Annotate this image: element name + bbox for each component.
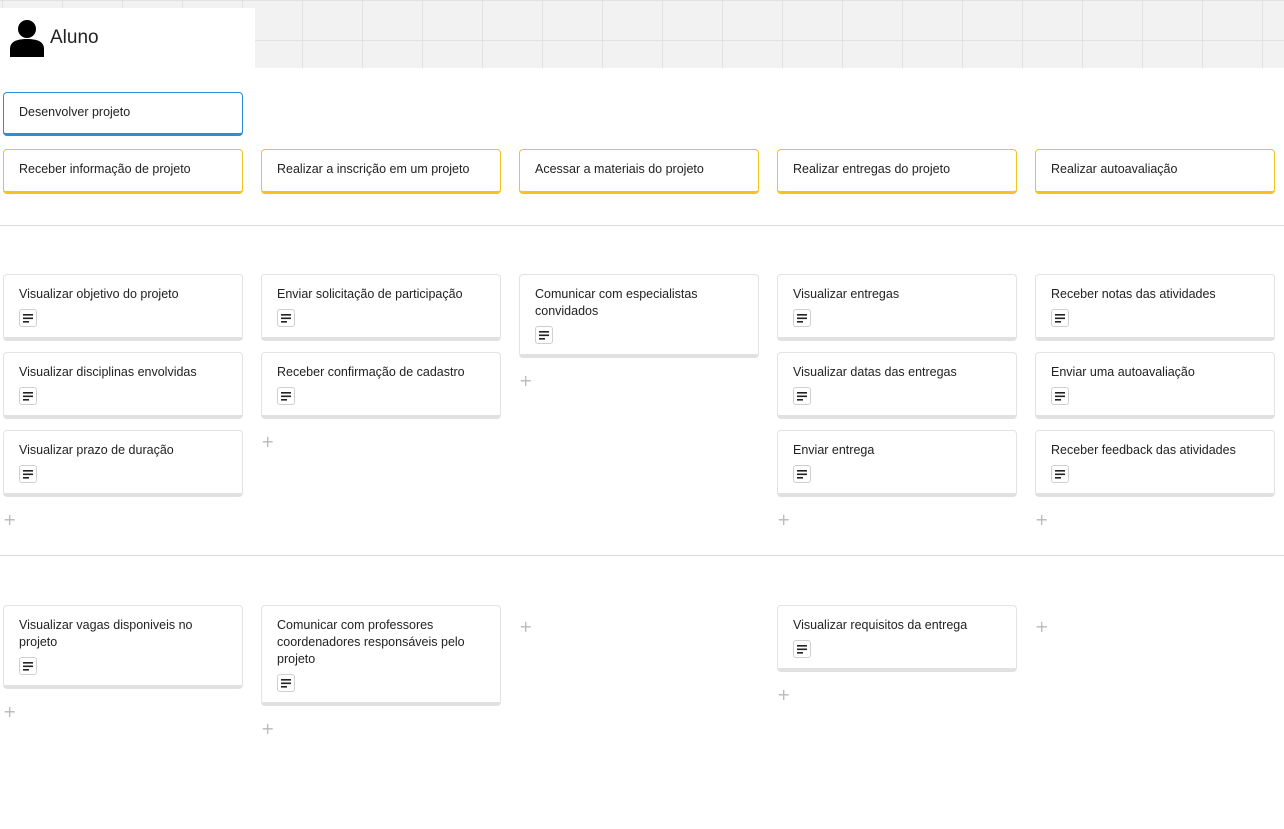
step-card[interactable]: Realizar autoavaliação [1035, 149, 1275, 194]
story-card[interactable]: Enviar solicitação de participação [261, 274, 501, 341]
story-text: Visualizar vagas disponiveis no projeto [19, 618, 193, 649]
story-text: Enviar solicitação de participação [277, 287, 463, 301]
notes-icon[interactable] [535, 326, 553, 344]
notes-icon[interactable] [1051, 309, 1069, 327]
story-card[interactable]: Comunicar com professores coordenadores … [261, 605, 501, 706]
add-card-button[interactable]: + [1035, 512, 1048, 528]
step-label: Acessar a materiais do projeto [535, 162, 704, 176]
story-card[interactable]: Visualizar requisitos da entrega [777, 605, 1017, 672]
release-divider [0, 225, 1284, 226]
step-label: Realizar entregas do projeto [793, 162, 951, 176]
story-card[interactable]: Visualizar objetivo do projeto [3, 274, 243, 341]
notes-icon[interactable] [19, 387, 37, 405]
story-card[interactable]: Visualizar entregas [777, 274, 1017, 341]
story-text: Visualizar requisitos da entrega [793, 618, 968, 632]
step-label: Realizar a inscrição em um projeto [277, 162, 470, 176]
notes-icon[interactable] [277, 309, 295, 327]
add-card-button[interactable]: + [1035, 619, 1048, 635]
add-card-button[interactable]: + [3, 704, 16, 720]
notes-icon[interactable] [277, 387, 295, 405]
notes-icon[interactable] [793, 309, 811, 327]
story-text: Visualizar disciplinas envolvidas [19, 365, 197, 379]
add-card-button[interactable]: + [3, 512, 16, 528]
release-divider [0, 555, 1284, 556]
story-card[interactable]: Visualizar disciplinas envolvidas [3, 352, 243, 419]
story-text: Visualizar datas das entregas [793, 365, 957, 379]
story-card[interactable]: Receber confirmação de cadastro [261, 352, 501, 419]
add-card-button[interactable]: + [519, 619, 532, 635]
notes-icon[interactable] [793, 387, 811, 405]
notes-icon[interactable] [19, 657, 37, 675]
notes-icon[interactable] [793, 465, 811, 483]
add-card-button[interactable]: + [777, 687, 790, 703]
notes-icon[interactable] [19, 309, 37, 327]
story-card[interactable]: Enviar entrega [777, 430, 1017, 497]
story-card[interactable]: Visualizar vagas disponiveis no projeto [3, 605, 243, 689]
story-text: Comunicar com professores coordenadores … [277, 618, 465, 666]
story-text: Receber notas das atividades [1051, 287, 1216, 301]
story-text: Visualizar prazo de duração [19, 443, 174, 457]
persona-name: Aluno [50, 27, 99, 48]
notes-icon[interactable] [1051, 387, 1069, 405]
add-card-button[interactable]: + [519, 373, 532, 389]
activity-card[interactable]: Desenvolver projeto [3, 92, 243, 136]
story-card[interactable]: Visualizar datas das entregas [777, 352, 1017, 419]
story-text: Comunicar com especialistas convidados [535, 287, 698, 318]
add-card-button[interactable]: + [777, 512, 790, 528]
notes-icon[interactable] [277, 674, 295, 692]
step-label: Realizar autoavaliação [1051, 162, 1178, 176]
step-label: Receber informação de projeto [19, 162, 191, 176]
story-text: Enviar uma autoavaliação [1051, 365, 1195, 379]
persona-card[interactable]: Aluno [0, 8, 255, 68]
story-card[interactable]: Enviar uma autoavaliação [1035, 352, 1275, 419]
step-card[interactable]: Realizar a inscrição em um projeto [261, 149, 501, 194]
story-card[interactable]: Receber notas das atividades [1035, 274, 1275, 341]
story-text: Enviar entrega [793, 443, 875, 457]
step-card[interactable]: Receber informação de projeto [3, 149, 243, 194]
story-text: Visualizar objetivo do projeto [19, 287, 179, 301]
notes-icon[interactable] [19, 465, 37, 483]
story-text: Receber feedback das atividades [1051, 443, 1236, 457]
story-card[interactable]: Visualizar prazo de duração [3, 430, 243, 497]
step-card[interactable]: Realizar entregas do projeto [777, 149, 1017, 194]
story-card[interactable]: Receber feedback das atividades [1035, 430, 1275, 497]
activity-label: Desenvolver projeto [19, 105, 131, 119]
notes-icon[interactable] [793, 640, 811, 658]
step-card[interactable]: Acessar a materiais do projeto [519, 149, 759, 194]
add-card-button[interactable]: + [261, 721, 274, 737]
notes-icon[interactable] [1051, 465, 1069, 483]
story-card[interactable]: Comunicar com especialistas convidados [519, 274, 759, 358]
story-text: Visualizar entregas [793, 287, 900, 301]
add-card-button[interactable]: + [261, 434, 274, 450]
story-text: Receber confirmação de cadastro [277, 365, 465, 379]
user-icon [10, 20, 44, 57]
